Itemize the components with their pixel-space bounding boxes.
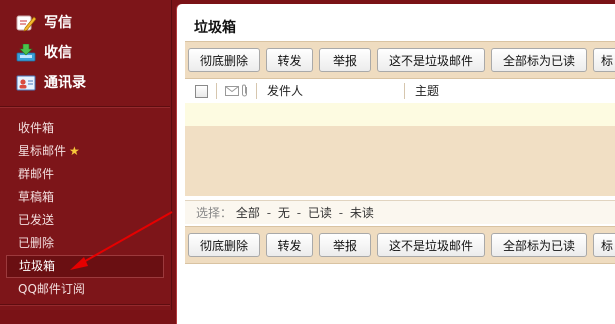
mail-list-body bbox=[185, 126, 615, 196]
select-read-link[interactable]: 已读 bbox=[308, 206, 332, 220]
inbox-check-link[interactable]: 收信 bbox=[0, 38, 172, 68]
sidebar: 写信 收信 通讯录 收件箱 星标邮件 ★ 群邮件 草稿箱 已发送 已删除 垃圾箱… bbox=[0, 0, 172, 310]
not-spam-button[interactable]: 这不是垃圾邮件 bbox=[377, 233, 485, 257]
folder-list: 收件箱 星标邮件 ★ 群邮件 草稿箱 已发送 已删除 垃圾箱 QQ邮件订阅 bbox=[0, 117, 172, 301]
select-all-checkbox[interactable] bbox=[195, 85, 208, 98]
primary-nav: 写信 收信 通讯录 bbox=[0, 0, 172, 98]
envelope-icon bbox=[225, 86, 239, 96]
mark-all-read-button[interactable]: 全部标为已读 bbox=[491, 48, 587, 72]
folder-label: 星标邮件 bbox=[18, 144, 67, 158]
folder-sent[interactable]: 已发送 bbox=[0, 209, 172, 232]
folder-starred[interactable]: 星标邮件 ★ bbox=[0, 140, 172, 163]
report-button[interactable]: 举报 bbox=[319, 48, 371, 72]
mark-all-read-button[interactable]: 全部标为已读 bbox=[491, 233, 587, 257]
folder-label: 已发送 bbox=[18, 213, 55, 227]
delete-forever-button[interactable]: 彻底删除 bbox=[188, 48, 260, 72]
inbox-check-label: 收信 bbox=[44, 45, 72, 61]
delete-forever-button[interactable]: 彻底删除 bbox=[188, 233, 260, 257]
empty-list-row bbox=[185, 103, 615, 126]
toolbar-top: 彻底删除 转发 举报 这不是垃圾邮件 全部标为已读 标 bbox=[185, 41, 615, 79]
page-title: 垃圾箱 bbox=[194, 20, 236, 36]
folder-label: QQ邮件订阅 bbox=[18, 282, 85, 296]
star-icon: ★ bbox=[69, 144, 80, 158]
folder-drafts[interactable]: 草稿箱 bbox=[0, 186, 172, 209]
mark-menu-button[interactable]: 标 bbox=[593, 233, 615, 257]
compose-icon bbox=[16, 15, 36, 32]
not-spam-button[interactable]: 这不是垃圾邮件 bbox=[377, 48, 485, 72]
attachment-icon bbox=[242, 84, 247, 97]
mail-list-header: 发件人 主题 bbox=[185, 79, 615, 104]
select-none-link[interactable]: 无 bbox=[278, 206, 290, 220]
column-divider bbox=[404, 83, 405, 99]
select-all-link[interactable]: 全部 bbox=[236, 206, 260, 220]
select-prefix: 选择： bbox=[196, 206, 233, 220]
separator: - bbox=[338, 206, 344, 220]
folder-label: 群邮件 bbox=[18, 167, 55, 181]
folder-qq-subscriptions[interactable]: QQ邮件订阅 bbox=[0, 278, 172, 301]
separator: - bbox=[266, 206, 272, 220]
select-unread-link[interactable]: 未读 bbox=[350, 206, 374, 220]
column-divider bbox=[216, 83, 217, 99]
sender-column-header[interactable]: 发件人 bbox=[267, 79, 303, 103]
sidebar-divider bbox=[0, 106, 170, 108]
folder-spam[interactable]: 垃圾箱 bbox=[6, 255, 164, 278]
compose-label: 写信 bbox=[44, 15, 72, 31]
inbox-download-icon bbox=[16, 44, 36, 62]
folder-label: 收件箱 bbox=[18, 121, 55, 135]
sidebar-divider bbox=[0, 304, 170, 306]
selection-bar: 选择： 全部 - 无 - 已读 - 未读 bbox=[185, 200, 615, 224]
forward-button[interactable]: 转发 bbox=[266, 48, 313, 72]
separator: - bbox=[296, 206, 302, 220]
toolbar-bottom: 彻底删除 转发 举报 这不是垃圾邮件 全部标为已读 标 bbox=[185, 226, 615, 264]
contacts-label: 通讯录 bbox=[44, 75, 86, 91]
forward-button[interactable]: 转发 bbox=[266, 233, 313, 257]
mark-menu-button[interactable]: 标 bbox=[593, 48, 615, 72]
folder-deleted[interactable]: 已删除 bbox=[0, 232, 172, 255]
main-panel: 垃圾箱 彻底删除 转发 举报 这不是垃圾邮件 全部标为已读 标 发件人 主题 选… bbox=[177, 4, 615, 324]
contacts-link[interactable]: 通讯录 bbox=[0, 68, 172, 98]
report-button[interactable]: 举报 bbox=[319, 233, 371, 257]
contacts-icon bbox=[16, 75, 36, 91]
compose-link[interactable]: 写信 bbox=[0, 8, 172, 38]
folder-label: 垃圾箱 bbox=[19, 259, 56, 273]
subject-column-header[interactable]: 主题 bbox=[415, 79, 439, 103]
folder-group-mail[interactable]: 群邮件 bbox=[0, 163, 172, 186]
folder-label: 草稿箱 bbox=[18, 190, 55, 204]
folder-label: 已删除 bbox=[18, 236, 55, 250]
folder-inbox[interactable]: 收件箱 bbox=[0, 117, 172, 140]
column-divider bbox=[256, 83, 257, 99]
